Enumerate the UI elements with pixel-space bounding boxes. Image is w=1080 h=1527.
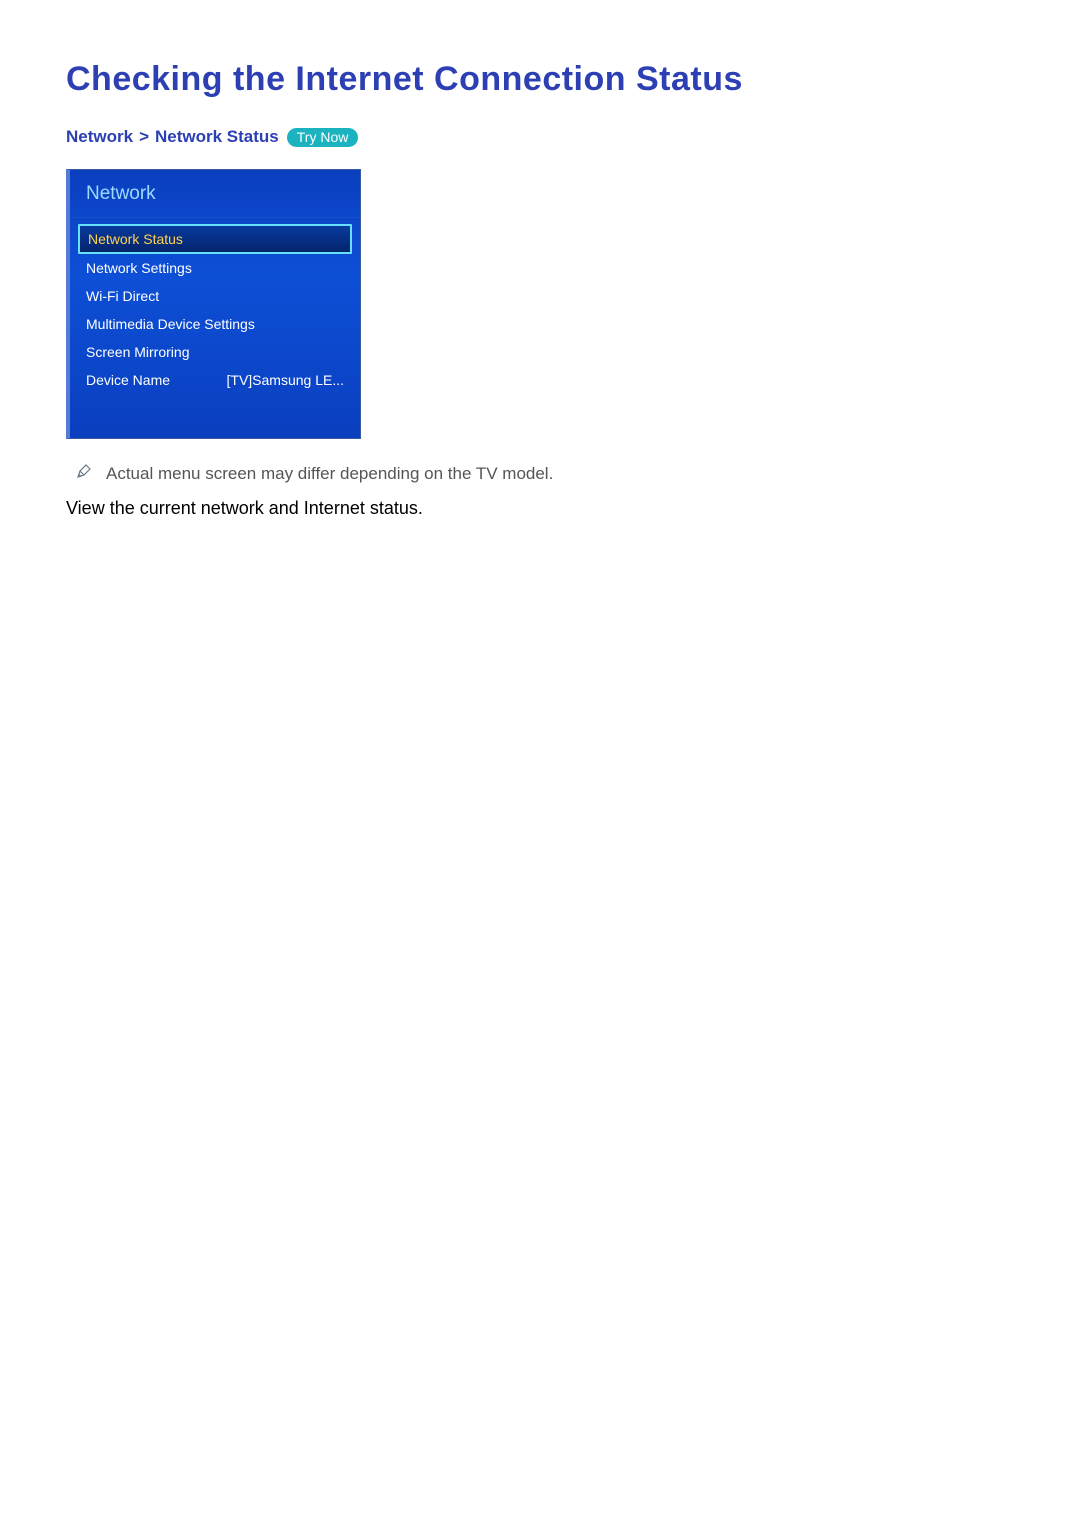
try-now-badge[interactable]: Try Now <box>287 128 359 147</box>
menu-item-label: Network Status <box>88 231 183 247</box>
note-text: Actual menu screen may differ depending … <box>106 464 553 484</box>
menu-item-label: Multimedia Device Settings <box>86 316 255 332</box>
description-text: View the current network and Internet st… <box>66 498 1014 519</box>
menu-item-label: Wi-Fi Direct <box>86 288 159 304</box>
menu-item-multimedia-device-settings[interactable]: Multimedia Device Settings <box>78 310 352 338</box>
menu-item-value: [TV]Samsung LE... <box>227 372 345 388</box>
menu-header: Network <box>70 170 360 218</box>
network-menu-panel: Network Network Status Network Settings … <box>66 169 361 439</box>
breadcrumb-part-1[interactable]: Network <box>66 127 133 147</box>
menu-item-network-status[interactable]: Network Status <box>78 224 352 254</box>
breadcrumb-separator: > <box>139 127 149 147</box>
menu-item-label: Network Settings <box>86 260 192 276</box>
page-title: Checking the Internet Connection Status <box>66 60 1014 99</box>
breadcrumb-part-2[interactable]: Network Status <box>155 127 279 147</box>
menu-item-label: Screen Mirroring <box>86 344 189 360</box>
menu-item-device-name[interactable]: Device Name [TV]Samsung LE... <box>78 366 352 394</box>
menu-items: Network Status Network Settings Wi-Fi Di… <box>70 218 360 394</box>
menu-item-screen-mirroring[interactable]: Screen Mirroring <box>78 338 352 366</box>
menu-item-label: Device Name <box>86 372 170 388</box>
menu-item-wifi-direct[interactable]: Wi-Fi Direct <box>78 282 352 310</box>
breadcrumb: Network > Network Status Try Now <box>66 127 1014 147</box>
menu-item-network-settings[interactable]: Network Settings <box>78 254 352 282</box>
note-row: Actual menu screen may differ depending … <box>76 463 1014 484</box>
pencil-icon <box>76 463 92 484</box>
